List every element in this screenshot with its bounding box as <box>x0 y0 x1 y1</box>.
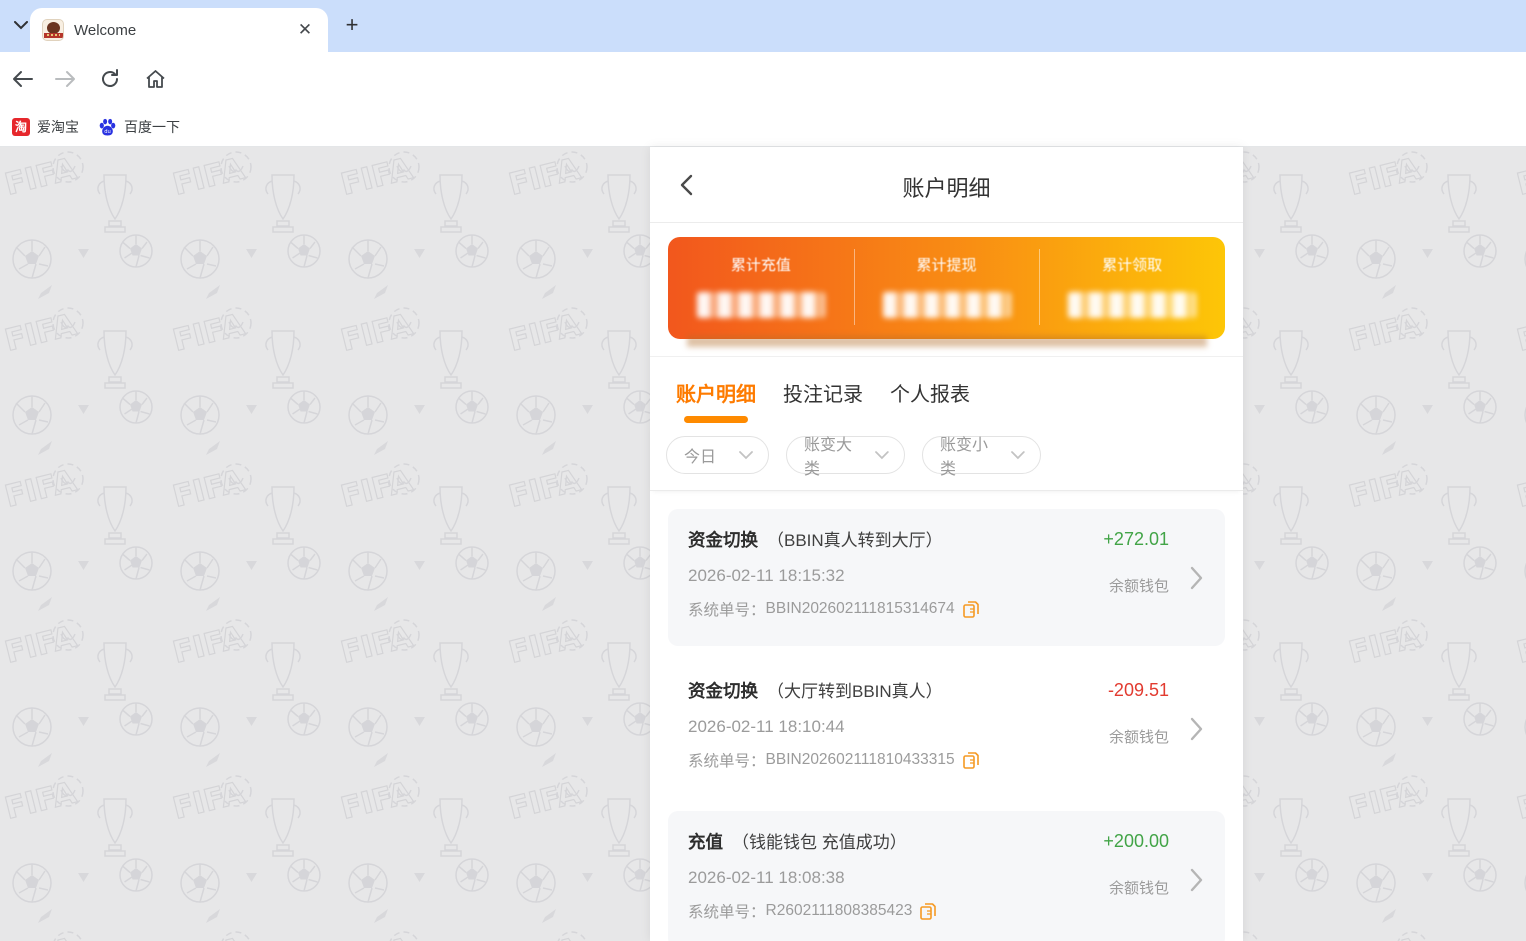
record-wallet: 余额钱包 <box>1103 575 1169 596</box>
bookmark-baidu[interactable]: du 百度一下 <box>92 114 186 140</box>
record-amount: +200.00 <box>1103 831 1169 852</box>
app-header: 账户明细 <box>650 147 1243 223</box>
totals-card: 累计充值 累计提现 累计领取 <box>668 237 1225 339</box>
browser-toolbar: 175616.cc/reports/index?tab=0 <box>0 52 1526 106</box>
record-subtitle: （BBIN真人转到大厅） <box>767 526 943 551</box>
copy-icon[interactable] <box>963 752 979 769</box>
chevron-right-icon[interactable] <box>1190 868 1203 897</box>
record-wallet: 余额钱包 <box>1108 726 1169 747</box>
record-amount: -209.51 <box>1108 680 1169 701</box>
chevron-down-icon <box>875 451 889 460</box>
record-row[interactable]: 资金切换 （BBIN真人转到大厅） 2026-02-11 18:15:32 系统… <box>668 509 1225 646</box>
back-icon[interactable] <box>8 65 36 93</box>
reload-icon[interactable] <box>96 65 124 93</box>
copy-icon[interactable] <box>920 903 936 920</box>
chevron-right-icon[interactable] <box>1190 717 1203 746</box>
copy-icon[interactable] <box>963 601 979 618</box>
page-background: FIFA <box>0 147 1526 941</box>
forward-icon[interactable] <box>52 65 80 93</box>
new-tab-button[interactable]: + <box>338 12 366 40</box>
record-wallet: 余额钱包 <box>1103 877 1169 898</box>
tab-title: Welcome <box>74 22 294 39</box>
account-detail-app: 账户明细 累计充值 累计提现 累计领取 账户明细 <box>650 147 1243 941</box>
record-order-row: 系统单号： BBIN202602111815314674 <box>688 598 1205 620</box>
record-list: 资金切换 （BBIN真人转到大厅） 2026-02-11 18:15:32 系统… <box>650 491 1243 941</box>
tab-personal-report[interactable]: 个人报表 <box>890 378 970 423</box>
total-claimed: 累计领取 <box>1039 237 1225 339</box>
tab-bet-records[interactable]: 投注记录 <box>783 378 863 423</box>
record-order-row: 系统单号： BBIN202602111810433315 <box>688 749 1205 771</box>
record-type: 资金切换 <box>688 527 758 552</box>
svg-text:du: du <box>104 129 111 135</box>
filter-minor-category-dropdown[interactable]: 账变小类 <box>922 436 1041 474</box>
filter-date-dropdown[interactable]: 今日 <box>666 436 769 474</box>
home-icon[interactable] <box>141 65 169 93</box>
chevron-down-icon <box>1011 451 1025 460</box>
record-subtitle: （钱能钱包 充值成功） <box>732 828 907 853</box>
bookmarks-bar: 淘 爱淘宝 du 百度一下 <box>0 106 1526 147</box>
baidu-paw-icon: du <box>98 118 117 137</box>
record-row[interactable]: 充值 （钱能钱包 充值成功） 2026-02-11 18:08:38 系统单号：… <box>668 811 1225 941</box>
chevron-down-icon <box>739 451 753 460</box>
report-tabs: 账户明细 投注记录 个人报表 <box>650 357 1243 423</box>
browser-tab[interactable]: Welcome ✕ <box>30 8 328 52</box>
tab-account-detail[interactable]: 账户明细 <box>676 378 756 423</box>
bookmark-taobao[interactable]: 淘 爱淘宝 <box>6 114 85 140</box>
chevron-right-icon[interactable] <box>1190 566 1203 595</box>
summary-section: 累计充值 累计提现 累计领取 <box>650 237 1243 357</box>
record-amount: +272.01 <box>1103 529 1169 550</box>
record-order-no: BBIN202602111815314674 <box>766 600 955 618</box>
taobao-icon: 淘 <box>12 118 30 136</box>
record-row[interactable]: 资金切换 （大厅转到BBIN真人） 2026-02-11 18:10:44 系统… <box>668 660 1225 797</box>
masked-value <box>697 292 825 318</box>
record-order-row: 系统单号： R2602111808385423 <box>688 900 1205 922</box>
total-withdraw: 累计提现 <box>854 237 1040 339</box>
record-order-no: BBIN202602111810433315 <box>766 751 955 769</box>
record-order-no: R2602111808385423 <box>766 902 913 920</box>
site-favicon <box>42 19 64 41</box>
browser-tab-strip: Welcome ✕ + <box>0 0 1526 52</box>
blur-artifact <box>687 336 1207 347</box>
page-title: 账户明细 <box>650 171 1243 203</box>
active-tab-underline <box>684 416 748 423</box>
masked-value <box>883 292 1011 318</box>
masked-value <box>1068 292 1196 318</box>
total-deposit: 累计充值 <box>668 237 854 339</box>
tab-close-icon[interactable]: ✕ <box>294 19 316 41</box>
filter-major-category-dropdown[interactable]: 账变大类 <box>786 436 905 474</box>
record-type: 资金切换 <box>688 678 758 703</box>
filter-row: 今日 账变大类 账变小类 <box>650 423 1243 491</box>
record-type: 充值 <box>688 829 723 854</box>
record-subtitle: （大厅转到BBIN真人） <box>767 677 943 702</box>
